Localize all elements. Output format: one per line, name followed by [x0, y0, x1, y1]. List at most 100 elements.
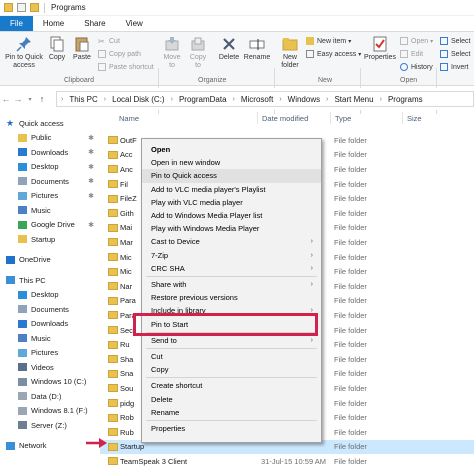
open-button[interactable]: Open ▾ [400, 37, 433, 45]
menu-item-rename[interactable]: Rename [142, 406, 321, 419]
select-none-button[interactable]: Select [440, 50, 470, 58]
breadcrumb-item[interactable]: Programs [388, 95, 423, 104]
folder-icon [108, 311, 118, 320]
nav-item-downloads[interactable]: Downloads [0, 317, 100, 331]
nav-item-music[interactable]: Music [0, 331, 100, 345]
menu-item-open[interactable]: Open [142, 143, 321, 156]
new-folder-button[interactable]: New folder [278, 36, 302, 70]
nav-item-pictures[interactable]: Pictures ✱ [0, 189, 100, 203]
nav-item-windows-8-1-f[interactable]: Windows 8.1 (F:) [0, 404, 100, 418]
nav-item-google-drive[interactable]: Google Drive ✱ [0, 218, 100, 232]
easy-access-button[interactable]: Easy access ▾ [306, 50, 361, 58]
nav-item-desktop[interactable]: Desktop [0, 288, 100, 302]
tab-file[interactable]: File [0, 16, 33, 31]
breadcrumb-item[interactable]: Start Menu [334, 95, 373, 104]
invert-selection-button[interactable]: Invert [440, 63, 469, 71]
back-arrow-icon[interactable]: ← [0, 94, 12, 104]
paste-shortcut-button[interactable]: Paste shortcut [98, 63, 154, 71]
pin-to-quick-access-button[interactable]: Pin to Quick access [4, 36, 44, 70]
folder-icon [18, 133, 27, 142]
menu-item-add-to-vlc-media-player-s-playlist[interactable]: Add to VLC media player's Playlist [142, 183, 321, 196]
history-button[interactable]: History [400, 63, 433, 71]
edit-button[interactable]: Edit [400, 50, 423, 58]
new-folder-icon[interactable] [30, 3, 39, 12]
move-to-button[interactable]: Move to [162, 36, 182, 70]
file-name: Nar [120, 281, 133, 291]
menu-item-7-zip[interactable]: 7-Zip › [142, 249, 321, 262]
nav-item-server-z[interactable]: Server (Z:) [0, 418, 100, 432]
delete-button[interactable]: Delete [216, 36, 242, 62]
properties-button[interactable]: Properties [363, 36, 397, 62]
rename-button[interactable]: Rename [244, 36, 270, 62]
menu-item-restore-previous-versions[interactable]: Restore previous versions [142, 291, 321, 304]
desktop-icon [18, 290, 27, 299]
column-header-date[interactable]: Date modified [262, 110, 308, 126]
tab-home[interactable]: Home [33, 16, 74, 31]
menu-item-copy[interactable]: Copy [142, 363, 321, 376]
recent-locations-icon[interactable]: ▾ [24, 96, 36, 103]
nav-item-data-d[interactable]: Data (D:) [0, 389, 100, 403]
new-item-icon [306, 37, 314, 45]
nav-item-desktop[interactable]: Desktop ✱ [0, 160, 100, 174]
paste-button[interactable]: Paste [70, 36, 94, 62]
nav-item-downloads[interactable]: Downloads ✱ [0, 145, 100, 159]
column-header-type[interactable]: Type [335, 110, 351, 126]
select-all-button[interactable]: Select [440, 37, 470, 45]
nav-item-onedrive[interactable]: OneDrive [0, 253, 100, 267]
tab-view[interactable]: View [116, 16, 153, 31]
menu-item-pin-to-quick-access[interactable]: Pin to Quick access [142, 169, 321, 183]
file-row[interactable]: TeamSpeak 3 Client 31-Jul-15 10:59 AM File… [100, 454, 474, 469]
breadcrumb-item[interactable]: Local Disk (C:) [112, 95, 164, 104]
file-name: Para [120, 296, 136, 306]
copy-to-button[interactable]: Copy to [188, 36, 208, 70]
nav-item-label: This PC [19, 275, 46, 285]
file-type: File folder [334, 179, 367, 189]
tab-share[interactable]: Share [74, 16, 115, 31]
address-bar[interactable]: › This PC › Local Disk (C:) › ProgramDat… [56, 91, 474, 107]
cut-button[interactable]: ✂ Cut [98, 37, 120, 46]
chevron-down-icon: ▾ [348, 38, 352, 45]
folder-icon[interactable] [4, 3, 13, 12]
breadcrumb-item[interactable]: This PC [69, 95, 97, 104]
nav-item-this-pc[interactable]: This PC [0, 273, 100, 287]
nav-item-windows-10-c[interactable]: Windows 10 (C:) [0, 375, 100, 389]
new-item-button[interactable]: New item ▾ [306, 37, 351, 45]
menu-item-label: Add to VLC media player's Playlist [151, 184, 266, 194]
menu-item-open-in-new-window[interactable]: Open in new window [142, 156, 321, 169]
menu-item-cast-to-device[interactable]: Cast to Device › [142, 235, 321, 248]
nav-item-documents[interactable]: Documents ✱ [0, 174, 100, 188]
breadcrumb-item[interactable]: Windows [288, 95, 320, 104]
menu-item-properties[interactable]: Properties [142, 422, 321, 435]
copy-path-button[interactable]: Copy path [98, 50, 141, 58]
copy-button[interactable]: Copy [46, 36, 68, 62]
nav-item-videos[interactable]: Videos [0, 360, 100, 374]
forward-arrow-icon[interactable]: → [12, 94, 24, 104]
nav-item-startup[interactable]: Startup [0, 232, 100, 246]
menu-item-cut[interactable]: Cut [142, 350, 321, 363]
column-header-size[interactable]: Size [407, 110, 422, 126]
nav-item-label: Startup [31, 234, 56, 244]
nav-item-public[interactable]: Public ✱ [0, 131, 100, 145]
nav-item-label: Pictures [31, 348, 59, 357]
nav-item-music[interactable]: Music [0, 203, 100, 217]
menu-item-play-with-windows-media-player[interactable]: Play with Windows Media Player [142, 222, 321, 235]
select-none-label: Select [451, 50, 471, 58]
nav-item-quick-access[interactable]: ★ Quick access [0, 116, 100, 130]
menu-separator [146, 420, 317, 421]
column-header-name[interactable]: Name [119, 110, 139, 126]
up-arrow-icon[interactable]: ↑ [36, 94, 48, 104]
menu-item-play-with-vlc-media-player[interactable]: Play with VLC media player [142, 196, 321, 209]
file-type: File folder [334, 354, 367, 364]
nav-item-documents[interactable]: Documents [0, 302, 100, 316]
menu-item-delete[interactable]: Delete [142, 393, 321, 406]
file-type: File folder [334, 135, 367, 145]
menu-item-add-to-windows-media-player-list[interactable]: Add to Windows Media Player list [142, 209, 321, 222]
properties-check-icon[interactable] [17, 3, 26, 12]
breadcrumb-item[interactable]: ProgramData [179, 95, 227, 104]
menu-item-create-shortcut[interactable]: Create shortcut [142, 379, 321, 392]
menu-item-crc-sha[interactable]: CRC SHA › [142, 262, 321, 275]
nav-item-network[interactable]: Network [0, 439, 100, 453]
breadcrumb-item[interactable]: Microsoft [241, 95, 273, 104]
nav-item-pictures[interactable]: Pictures [0, 346, 100, 360]
menu-item-share-with[interactable]: Share with › [142, 278, 321, 291]
